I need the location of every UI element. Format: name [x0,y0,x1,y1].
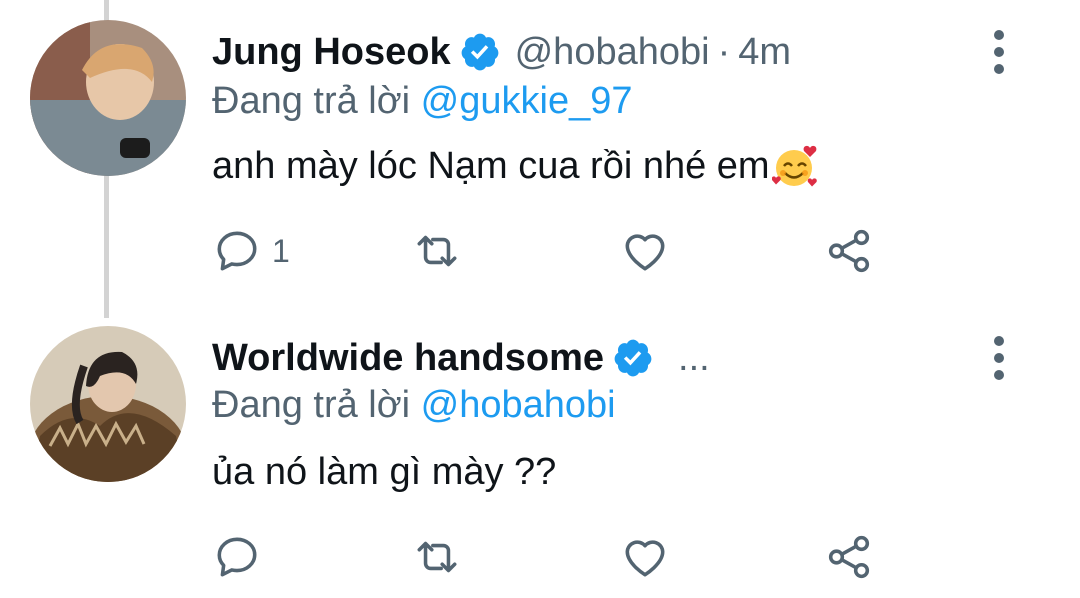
retweet-icon [417,541,457,573]
tweet-header: Worldwide handsome ... [212,332,710,384]
share-icon [828,229,870,273]
tweet-text: ủa nó làm gì mày ?? [212,446,556,498]
replying-to-label: Đang trả lời [212,80,411,122]
display-name[interactable]: Worldwide handsome [212,337,604,380]
avatar[interactable] [30,326,186,482]
more-options-icon[interactable] [988,30,1010,74]
tweet-actions [212,530,892,584]
retweet-button[interactable] [412,530,462,584]
tweet-header: Jung Hoseok @hobahobi · 4m [212,26,791,78]
verified-badge-icon [461,33,498,71]
reply-button[interactable] [212,530,262,584]
avatar[interactable] [30,20,186,176]
replying-to-line: Đang trả lời @hobahobi [212,384,616,430]
avatar-photo-icon [30,20,186,176]
tweet-text-content: anh mày lóc Nạm cua rồi nhé em [212,144,770,187]
tweet-text-content: ủa nó làm gì mày ?? [212,450,557,493]
like-button[interactable] [620,224,670,278]
share-button[interactable] [824,530,874,584]
heart-icon [625,234,665,271]
verified-badge-icon [614,339,652,377]
truncated-handle: ... [678,336,710,379]
more-options-icon[interactable] [988,336,1010,380]
share-button[interactable] [824,224,874,278]
reply-button[interactable]: 1 [212,224,290,278]
reply-mention-link[interactable]: @hobahobi [421,384,616,426]
user-handle[interactable]: @hobahobi [515,31,710,74]
retweet-icon [417,235,457,267]
tweet-actions: 1 [212,224,892,278]
reply-icon [217,537,257,577]
reply-icon [217,231,257,271]
reply-mention-link[interactable]: @gukkie_97 [421,80,633,122]
separator-dot: · [717,30,731,73]
replying-to-line: Đang trả lời @gukkie_97 [212,80,633,126]
timestamp[interactable]: 4m [738,31,791,74]
share-icon [828,535,870,579]
retweet-button[interactable] [412,224,462,278]
replying-to-label: Đang trả lời [212,384,411,426]
smiling-face-with-hearts-icon [771,145,817,187]
like-button[interactable] [620,530,670,584]
reply-count: 1 [272,232,290,269]
tweet-text: anh mày lóc Nạm cua rồi nhé em [212,140,820,192]
heart-icon [625,540,665,577]
avatar-photo-icon [30,326,186,482]
display-name[interactable]: Jung Hoseok [212,31,451,74]
